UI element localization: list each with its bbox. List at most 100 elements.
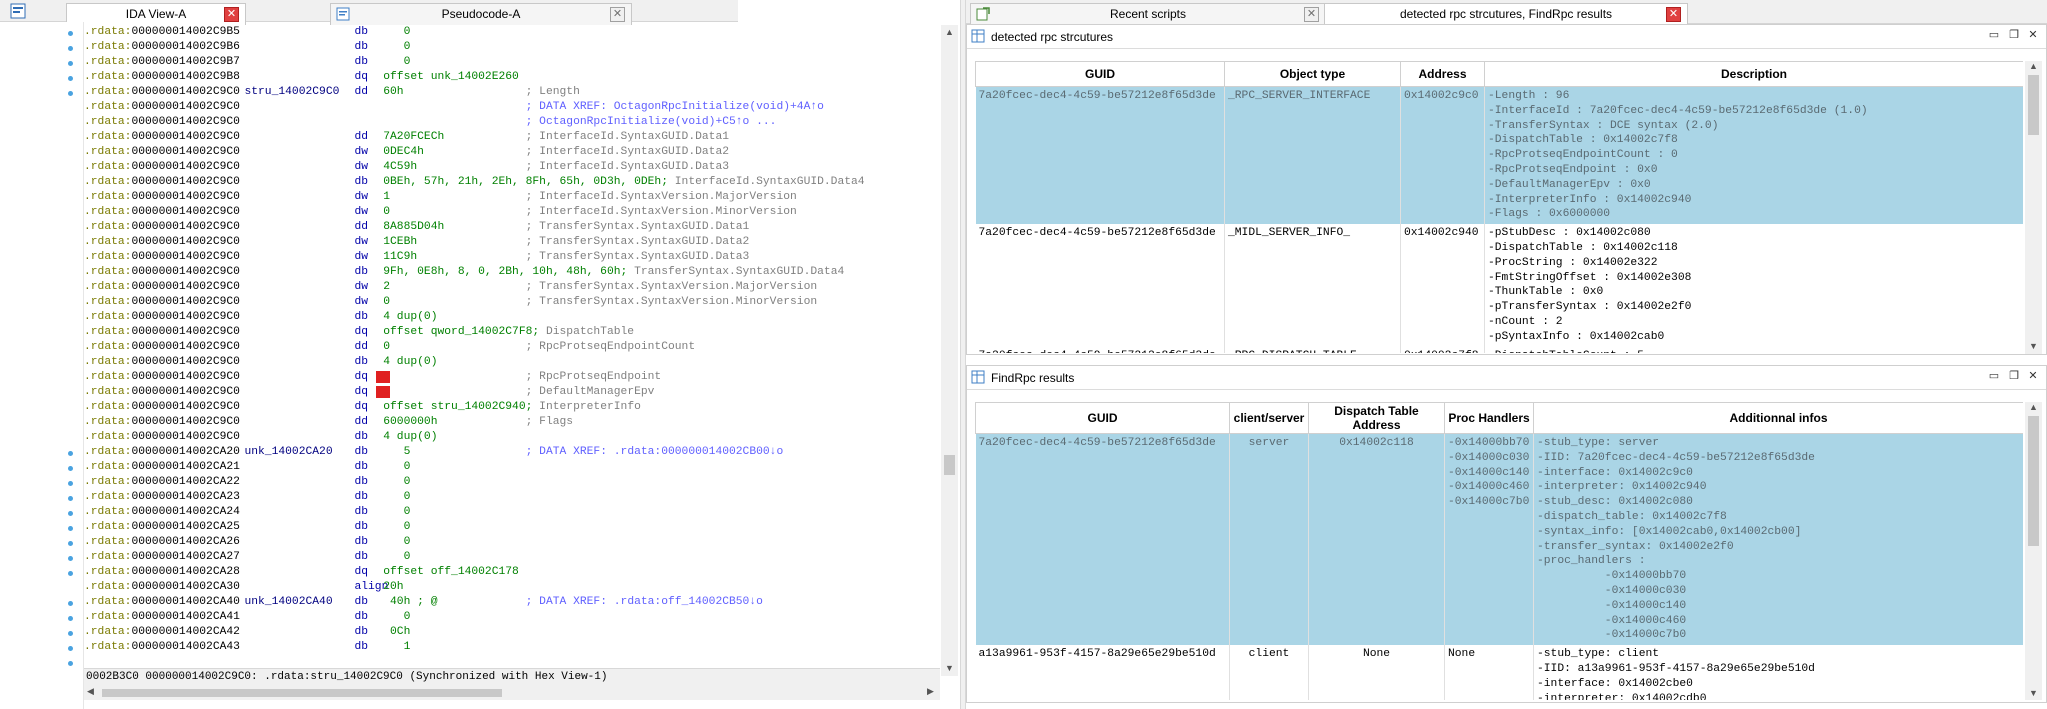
listing-line[interactable]: .rdata:000000014002C9C0 dw 0DEC4h ; Inter…: [84, 145, 729, 160]
listing-line[interactable]: .rdata:000000014002C9C0 dw 1 ; InterfaceI…: [84, 190, 797, 205]
address: 000000014002C9C0: [131, 401, 240, 413]
listing-line[interactable]: .rdata:000000014002C9B7 db 0: [84, 55, 410, 70]
listing-line[interactable]: .rdata:000000014002CA26 db 0: [84, 535, 410, 550]
address: 000000014002C9C0: [131, 206, 240, 218]
listing-line[interactable]: .rdata:000000014002C9B6 db 0: [84, 40, 410, 55]
column-header-object-type[interactable]: Object type: [1224, 61, 1401, 87]
listing-line[interactable]: .rdata:000000014002C9B8 dq offset unk_140…: [84, 70, 519, 85]
listing-line[interactable]: .rdata:000000014002C9C0 dw 2 ; TransferSy…: [84, 280, 817, 295]
tab-ida-view-a[interactable]: IDA View-A ✕: [66, 3, 246, 26]
listing-line[interactable]: .rdata:000000014002C9C0 db 9Fh, 0E8h, 8, …: [84, 265, 844, 280]
scroll-right-icon[interactable]: ▶: [927, 686, 934, 697]
listing-line[interactable]: .rdata:000000014002C9C0 db 4 dup(0): [84, 355, 437, 370]
listing-line[interactable]: .rdata:000000014002C9C0 dw 1CEBh ; Transf…: [84, 235, 749, 250]
close-icon[interactable]: ✕: [610, 7, 625, 22]
listing-line[interactable]: .rdata:000000014002CA22 db 0: [84, 475, 410, 490]
column-header-proc-handlers[interactable]: Proc Handlers: [1444, 402, 1534, 434]
tab-rpc-results[interactable]: detected rpc strcutures, FindRpc results…: [1324, 3, 1688, 26]
table-row[interactable]: 7a20fcec-dec4-4c59-be57212e8f65d3de serve…: [975, 433, 2023, 646]
listing-line[interactable]: .rdata:000000014002CA24 db 0: [84, 505, 410, 520]
listing-line[interactable]: .rdata:000000014002C9C0 dw 0 ; TransferSy…: [84, 295, 817, 310]
listing-line[interactable]: .rdata:000000014002C9C0 dd 6000000h ; Fla…: [84, 415, 573, 430]
listing-line[interactable]: .rdata:000000014002C9B5 db 0: [84, 25, 410, 40]
listing-line[interactable]: .rdata:000000014002C9C0 db 4 dup(0): [84, 430, 437, 445]
listing-line[interactable]: .rdata:000000014002C9C0 dq 0 ; RpcProtseq…: [84, 370, 661, 385]
column-header-additional-infos[interactable]: Additionnal infos: [1533, 402, 2023, 434]
instruction: db: [354, 311, 369, 323]
restore-icon[interactable]: ❐: [2008, 370, 2020, 382]
listing-line[interactable]: .rdata:000000014002CA28 dq offset off_140…: [84, 565, 519, 580]
listing-line[interactable]: .rdata:000000014002CA23 db 0: [84, 490, 410, 505]
close-icon[interactable]: ✕: [1666, 7, 1681, 22]
column-header-client-server[interactable]: client/server: [1229, 402, 1309, 434]
column-header-description[interactable]: Description: [1484, 61, 2023, 87]
table-vertical-scrollbar[interactable]: ▲ ▼: [2025, 402, 2042, 700]
listing-line[interactable]: .rdata:000000014002C9C0 dq offset stru_14…: [84, 400, 641, 415]
scroll-down-icon[interactable]: ▼: [2029, 688, 2038, 698]
scroll-up-icon[interactable]: ▲: [2029, 402, 2038, 412]
cell-client-server: client: [1229, 645, 1309, 700]
column-header-guid[interactable]: GUID: [975, 61, 1225, 87]
listing-line[interactable]: .rdata:000000014002CA43 db 1: [84, 640, 410, 655]
table-row[interactable]: 7a20fcec-dec4-4c59-be57212e8f65d3de_RPC_…: [975, 86, 2023, 225]
listing-line[interactable]: .rdata:000000014002C9C0 dq offset qword_1…: [84, 325, 634, 340]
close-icon[interactable]: ✕: [1304, 7, 1319, 22]
listing-line[interactable]: .rdata:000000014002CA21 db 0: [84, 460, 410, 475]
table-row[interactable]: 7a20fcec-dec4-4c59-be57212e8f65d3de_RPC_…: [975, 346, 2023, 353]
listing-line[interactable]: .rdata:000000014002C9C0 dw 4C59h ; Interf…: [84, 160, 729, 175]
restore-icon[interactable]: ❐: [2008, 29, 2020, 41]
listing-line[interactable]: .rdata:000000014002C9C0 dq 0 ; DefaultMan…: [84, 385, 654, 400]
listing-line[interactable]: .rdata:000000014002C9C0 ; DATA XREF: Oct…: [84, 100, 824, 115]
cell-additional-infos: -stub_type: server -IID: 7a20fcec-dec4-4…: [1533, 433, 2023, 646]
listing-line[interactable]: .rdata:000000014002C9C0 dd 8A885D04h ; Tr…: [84, 220, 749, 235]
close-icon[interactable]: ✕: [224, 7, 239, 22]
scroll-thumb[interactable]: [102, 689, 502, 697]
listing-line[interactable]: .rdata:000000014002CA25 db 0: [84, 520, 410, 535]
listing-line[interactable]: .rdata:000000014002C9C0 ; OctagonRpcInit…: [84, 115, 776, 130]
scroll-up-icon[interactable]: ▲: [2029, 61, 2038, 71]
minimize-icon[interactable]: ▭: [1988, 370, 2000, 382]
listing-line[interactable]: .rdata:000000014002CA42 db 0Ch: [84, 625, 410, 640]
listing-line[interactable]: .rdata:000000014002CA27 db 0: [84, 550, 410, 565]
segment-name: .rdata:: [84, 101, 132, 113]
instruction: db: [354, 26, 369, 38]
listing-line[interactable]: .rdata:000000014002CA20 unk_14002CA20 db 5…: [84, 445, 783, 460]
minimize-icon[interactable]: ▭: [1988, 29, 2000, 41]
address: 000000014002CA28: [131, 566, 240, 578]
scroll-thumb[interactable]: [944, 455, 955, 475]
listing-line[interactable]: .rdata:000000014002C9C0 db 4 dup(0): [84, 310, 437, 325]
tab-label: IDA View-A: [125, 7, 187, 21]
table-vertical-scrollbar[interactable]: ▲ ▼: [2025, 61, 2042, 354]
scroll-down-icon[interactable]: ▼: [945, 663, 954, 673]
listing-line[interactable]: .rdata:000000014002CA41 db 0: [84, 610, 410, 625]
scroll-down-icon[interactable]: ▼: [2029, 341, 2038, 351]
listing-line[interactable]: .rdata:000000014002C9C0 dd 0 ; RpcProtseq…: [84, 340, 695, 355]
listing-line[interactable]: .rdata:000000014002C9C0 dw 0 ; InterfaceI…: [84, 205, 797, 220]
table-row[interactable]: 7a20fcec-dec4-4c59-be57212e8f65d3de _MIDL…: [975, 224, 2023, 347]
disassembly-listing[interactable]: .rdata:000000014002C9B5 db 0 .rdata:000000…: [84, 25, 940, 665]
listing-line[interactable]: .rdata:000000014002C9C0 stru_14002C9C0 dd …: [84, 85, 580, 100]
tab-recent-scripts[interactable]: Recent scripts ✕: [970, 3, 1326, 25]
close-icon[interactable]: ✕: [2027, 370, 2039, 382]
tab-pseudocode-a[interactable]: Pseudocode-A ✕: [330, 3, 632, 25]
instruction: db: [354, 536, 369, 548]
scroll-left-icon[interactable]: ◀: [87, 686, 94, 697]
close-icon[interactable]: ✕: [2027, 29, 2039, 41]
listing-line[interactable]: .rdata:000000014002CA40 unk_14002CA40 db 4…: [84, 595, 763, 610]
column-header-address[interactable]: Address: [1400, 61, 1485, 87]
table-row[interactable]: a13a9961-953f-4157-8a29e65e29be510d clien…: [975, 645, 2023, 700]
listing-line[interactable]: .rdata:000000014002C9C0 dd 7A20FCECh ; In…: [84, 130, 729, 145]
listing-line[interactable]: .rdata:000000014002CA30 align 20h: [84, 580, 404, 595]
scroll-up-icon[interactable]: ▲: [945, 27, 954, 37]
column-header-guid[interactable]: GUID: [975, 402, 1230, 434]
listing-line[interactable]: .rdata:000000014002C9C0 db 0BEh, 57h, 21h…: [84, 175, 865, 190]
listing-vertical-scrollbar[interactable]: ▲ ▼: [941, 25, 958, 676]
scroll-thumb[interactable]: [2028, 75, 2039, 135]
operand-spacer: [444, 221, 525, 233]
instruction: dw: [354, 191, 369, 203]
segment-name: .rdata:: [84, 311, 132, 323]
column-header-dispatch-table[interactable]: Dispatch Table Address: [1308, 402, 1445, 434]
listing-horizontal-scrollbar[interactable]: ◀ ▶: [84, 686, 940, 700]
listing-line[interactable]: .rdata:000000014002C9C0 dw 11C9h ; Transf…: [84, 250, 749, 265]
scroll-thumb[interactable]: [2028, 416, 2039, 546]
